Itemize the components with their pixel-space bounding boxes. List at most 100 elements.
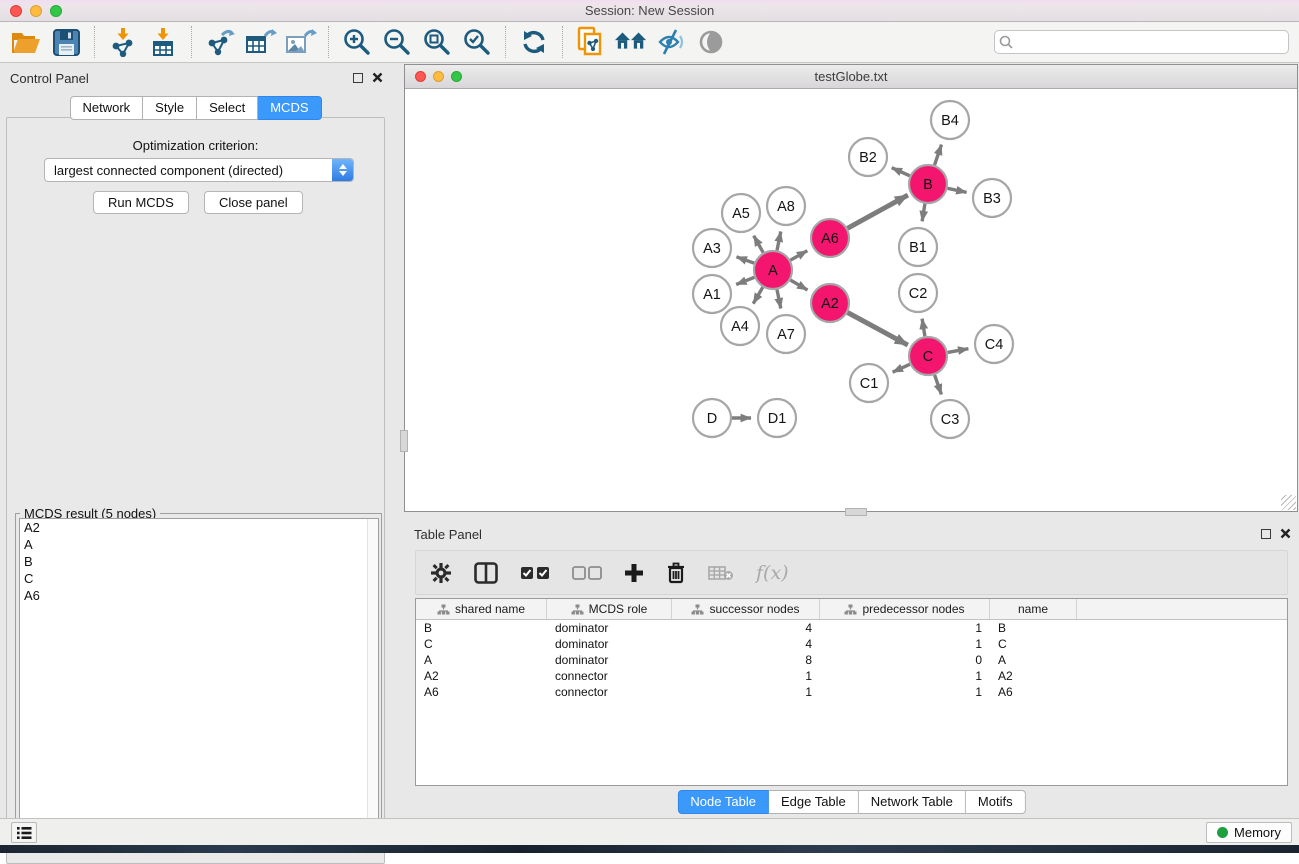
new-network-from-selection-icon[interactable] bbox=[574, 25, 608, 59]
node-D1[interactable]: D1 bbox=[758, 399, 796, 437]
float-table-panel-icon[interactable] bbox=[1261, 529, 1271, 539]
edge-B-B4[interactable] bbox=[935, 145, 942, 166]
node-A1[interactable]: A1 bbox=[693, 275, 731, 313]
edge-A-A4[interactable] bbox=[753, 287, 763, 303]
node-C2[interactable]: C2 bbox=[899, 274, 937, 312]
close-panel-icon[interactable] bbox=[372, 72, 383, 83]
tab-node-table[interactable]: Node Table bbox=[677, 790, 769, 814]
edge-C-C4[interactable] bbox=[948, 349, 969, 353]
node-A6[interactable]: A6 bbox=[811, 219, 849, 257]
left-splitter-handle[interactable] bbox=[400, 430, 408, 452]
node-B4[interactable]: B4 bbox=[931, 101, 969, 139]
table-row[interactable]: Cdominator41C bbox=[416, 636, 1287, 652]
search-field[interactable] bbox=[994, 30, 1289, 54]
network-canvas[interactable]: B4 B2 B B3 A5A8A6 A3 B1 A A1 C2 A2 A4A7 C4 C C1 C3 D D1 bbox=[405, 89, 1297, 511]
node-A3[interactable]: A3 bbox=[693, 229, 731, 267]
edge-A-A6[interactable] bbox=[790, 251, 807, 261]
tab-select[interactable]: Select bbox=[197, 96, 258, 120]
node-C1[interactable]: C1 bbox=[850, 364, 888, 402]
edge-C-C1[interactable] bbox=[893, 364, 910, 372]
tab-network-table[interactable]: Network Table bbox=[859, 790, 966, 814]
zoom-fit-icon[interactable] bbox=[420, 25, 454, 59]
export-network-icon[interactable] bbox=[203, 25, 237, 59]
edge-A-A5[interactable] bbox=[754, 236, 764, 253]
column-header-successor-nodes[interactable]: successor nodes bbox=[672, 599, 820, 619]
tab-network[interactable]: Network bbox=[69, 96, 143, 120]
select-all-columns-icon[interactable] bbox=[520, 566, 550, 580]
close-table-panel-icon[interactable] bbox=[1280, 528, 1291, 539]
search-input[interactable] bbox=[1017, 32, 1288, 52]
mcds-result-item[interactable]: C bbox=[20, 570, 378, 587]
edge-B-B2[interactable] bbox=[892, 168, 910, 176]
add-row-icon[interactable] bbox=[624, 563, 644, 583]
window-resize-grip[interactable] bbox=[1281, 495, 1296, 510]
node-A8[interactable]: A8 bbox=[767, 187, 805, 225]
edge-A6-B[interactable] bbox=[848, 195, 908, 228]
export-table-icon[interactable] bbox=[243, 25, 277, 59]
column-header-MCDS-role[interactable]: MCDS role bbox=[547, 599, 672, 619]
edge-A-A2[interactable] bbox=[790, 280, 807, 290]
node-A2[interactable]: A2 bbox=[811, 284, 849, 322]
edge-C-C3[interactable] bbox=[935, 375, 942, 395]
edge-A-A7[interactable] bbox=[777, 290, 781, 309]
tab-mcds[interactable]: MCDS bbox=[258, 96, 321, 120]
tab-style[interactable]: Style bbox=[143, 96, 197, 120]
edge-A-A3[interactable] bbox=[737, 257, 755, 263]
node-B1[interactable]: B1 bbox=[899, 228, 937, 266]
node-C4[interactable]: C4 bbox=[975, 325, 1013, 363]
mcds-result-list[interactable]: A2ABCA6 bbox=[19, 518, 379, 848]
task-history-button[interactable] bbox=[11, 822, 37, 843]
mcds-result-item[interactable]: A2 bbox=[20, 519, 378, 536]
import-table-icon[interactable] bbox=[146, 25, 180, 59]
memory-button[interactable]: Memory bbox=[1206, 822, 1292, 843]
node-A4[interactable]: A4 bbox=[721, 307, 759, 345]
mcds-result-item[interactable]: B bbox=[20, 553, 378, 570]
column-header-predecessor-nodes[interactable]: predecessor nodes bbox=[820, 599, 990, 619]
hide-graphics-details-icon[interactable] bbox=[654, 25, 688, 59]
import-network-icon[interactable] bbox=[106, 25, 140, 59]
open-folder-icon[interactable] bbox=[9, 25, 43, 59]
zoom-in-icon[interactable] bbox=[340, 25, 374, 59]
save-icon[interactable] bbox=[49, 25, 83, 59]
home-reset-icon[interactable] bbox=[614, 25, 648, 59]
node-C3[interactable]: C3 bbox=[931, 400, 969, 438]
edge-B-B1[interactable] bbox=[922, 204, 925, 222]
tab-edge-table[interactable]: Edge Table bbox=[769, 790, 859, 814]
table-row[interactable]: Adominator80A bbox=[416, 652, 1287, 668]
deselect-all-columns-icon[interactable] bbox=[572, 566, 602, 580]
column-header-name[interactable]: name bbox=[990, 599, 1077, 619]
bottom-splitter-handle[interactable] bbox=[845, 508, 867, 516]
zoom-out-icon[interactable] bbox=[380, 25, 414, 59]
show-column-icon[interactable] bbox=[474, 562, 498, 584]
run-mcds-button[interactable]: Run MCDS bbox=[93, 191, 189, 214]
zoom-selected-icon[interactable] bbox=[460, 25, 494, 59]
edge-A2-C[interactable] bbox=[848, 313, 908, 346]
scrollbar-track[interactable] bbox=[367, 519, 378, 847]
node-B[interactable]: B bbox=[909, 165, 947, 203]
node-A7[interactable]: A7 bbox=[767, 315, 805, 353]
node-C[interactable]: C bbox=[909, 337, 947, 375]
network-window-titlebar[interactable]: testGlobe.txt bbox=[405, 65, 1297, 89]
node-B3[interactable]: B3 bbox=[973, 179, 1011, 217]
node-B2[interactable]: B2 bbox=[849, 138, 887, 176]
edge-C-C2[interactable] bbox=[922, 319, 925, 337]
node-D[interactable]: D bbox=[693, 399, 731, 437]
column-header-shared-name[interactable]: shared name bbox=[416, 599, 547, 619]
tab-motifs[interactable]: Motifs bbox=[966, 790, 1026, 814]
table-row[interactable]: A6connector11A6 bbox=[416, 684, 1287, 700]
edge-A-A8[interactable] bbox=[777, 232, 781, 251]
criterion-dropdown[interactable]: largest connected component (directed) bbox=[44, 158, 354, 182]
mcds-result-item[interactable]: A6 bbox=[20, 587, 378, 604]
export-image-icon[interactable] bbox=[283, 25, 317, 59]
node-A[interactable]: A bbox=[754, 251, 792, 289]
show-graphics-details-icon[interactable] bbox=[694, 25, 728, 59]
delete-row-icon[interactable] bbox=[666, 562, 686, 584]
refresh-layout-icon[interactable] bbox=[517, 25, 551, 59]
edge-A-A1[interactable] bbox=[736, 277, 754, 284]
node-A5[interactable]: A5 bbox=[722, 194, 760, 232]
table-settings-icon[interactable] bbox=[430, 562, 452, 584]
edge-B-B3[interactable] bbox=[948, 188, 967, 192]
mcds-result-item[interactable]: A bbox=[20, 536, 378, 553]
table-row[interactable]: Bdominator41B bbox=[416, 620, 1287, 636]
table-row[interactable]: A2connector11A2 bbox=[416, 668, 1287, 684]
